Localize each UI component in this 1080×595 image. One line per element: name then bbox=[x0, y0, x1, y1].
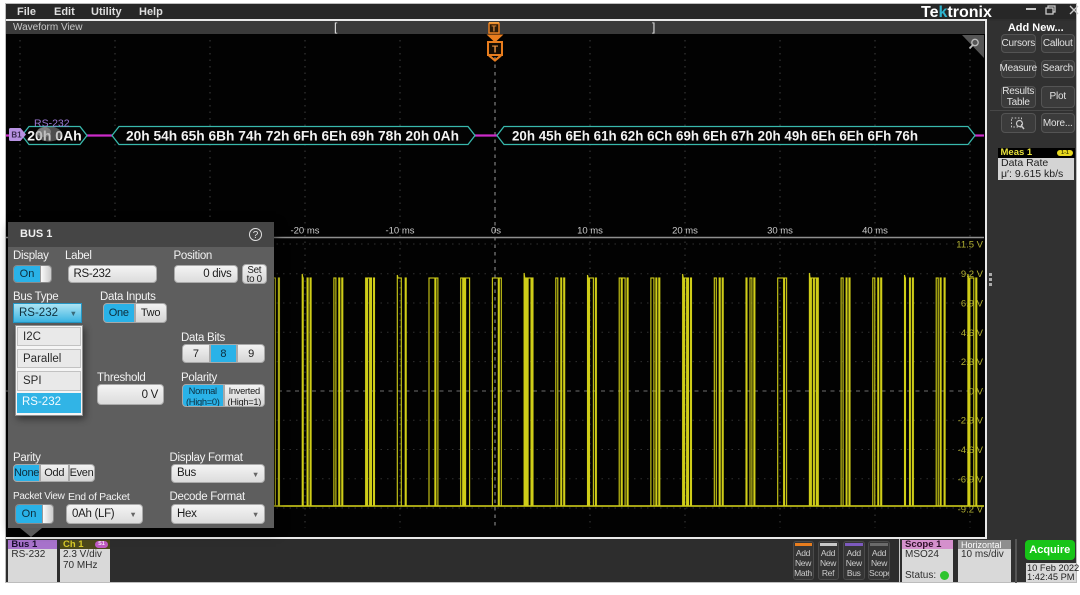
svg-text:20h 45h 6Eh 61h 62h 6Ch 69h 6E: 20h 45h 6Eh 61h 62h 6Ch 69h 6Eh 67h 20h … bbox=[512, 128, 918, 144]
svg-text:30 ms: 30 ms bbox=[767, 226, 793, 237]
svg-text:RS-232: RS-232 bbox=[34, 118, 70, 130]
svg-text:T: T bbox=[492, 24, 497, 33]
svg-text:-10 ms: -10 ms bbox=[385, 226, 414, 237]
svg-text:-6.9 V: -6.9 V bbox=[958, 474, 984, 485]
svg-text:4.6 V: 4.6 V bbox=[961, 328, 984, 339]
svg-text:B1: B1 bbox=[11, 131, 22, 140]
svg-text:10 ms: 10 ms bbox=[577, 226, 603, 237]
svg-text:11.5 V: 11.5 V bbox=[956, 240, 983, 251]
svg-text:-4.6 V: -4.6 V bbox=[958, 445, 984, 456]
svg-text:0s: 0s bbox=[491, 226, 501, 237]
svg-text:-9.2 V: -9.2 V bbox=[958, 505, 984, 516]
svg-text:-20 ms: -20 ms bbox=[290, 226, 319, 237]
svg-text:2.3 V: 2.3 V bbox=[961, 357, 984, 368]
svg-text:20 ms: 20 ms bbox=[672, 226, 698, 237]
svg-text:-2.3 V: -2.3 V bbox=[958, 416, 984, 427]
svg-text:T: T bbox=[492, 45, 498, 56]
svg-text:0 V: 0 V bbox=[969, 387, 984, 398]
svg-text:9.2 V: 9.2 V bbox=[961, 269, 984, 280]
svg-text:6.9 V: 6.9 V bbox=[961, 299, 984, 310]
svg-text:40 ms: 40 ms bbox=[862, 226, 888, 237]
svg-text:20h 54h 65h 6Bh 74h 72h 6Fh 6E: 20h 54h 65h 6Bh 74h 72h 6Fh 6Eh 69h 78h … bbox=[126, 128, 459, 144]
